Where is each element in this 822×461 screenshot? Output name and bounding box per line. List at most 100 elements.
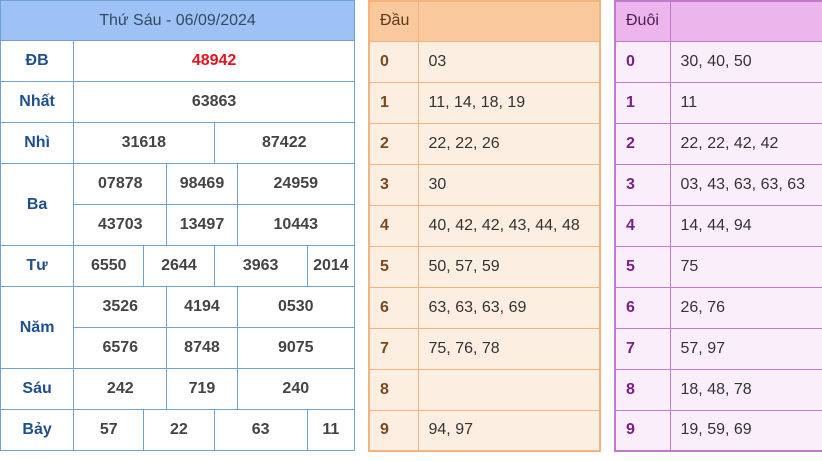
prize-label-tu: Tư (0, 245, 75, 287)
prize-value: 24959 (236, 163, 356, 205)
prize-value: 10443 (236, 204, 356, 246)
tail-values: 75 (669, 245, 822, 288)
tail-digit: 8 (614, 368, 671, 411)
heads-title: Đầu (368, 0, 419, 42)
prize-value: 3526 (73, 286, 168, 328)
tail-row: 9 19, 59, 69 (614, 409, 822, 452)
head-values: 22, 22, 26 (417, 122, 601, 165)
prize-label-bay: Bảy (0, 409, 75, 451)
tail-values: 03, 43, 63, 63, 63 (669, 163, 822, 206)
prize-value: 48942 (73, 40, 355, 82)
prize-value: 4194 (166, 286, 238, 328)
prize-label-db: ĐB (0, 40, 75, 82)
prize-value: 3963 (213, 245, 308, 287)
tail-row: 7 57, 97 (614, 327, 822, 370)
head-row: 2 22, 22, 26 (368, 122, 601, 165)
head-row: 9 94, 97 (368, 409, 601, 452)
prize-value: 63863 (73, 81, 355, 123)
results-header-row: Thứ Sáu - 06/09/2024 (0, 0, 355, 41)
tails-header-blank (669, 0, 822, 42)
prize-row-nhat: Nhất 63863 (0, 81, 355, 123)
prize-value: 0530 (236, 286, 356, 328)
tail-row: 1 11 (614, 81, 822, 124)
prize-value: 8748 (166, 327, 238, 369)
head-digit: 8 (368, 368, 419, 411)
prize-value: 242 (73, 368, 168, 410)
head-row: 8 (368, 368, 601, 411)
prize-row-ba-1: Ba 07878 98469 24959 (0, 163, 356, 246)
head-row: 5 50, 57, 59 (368, 245, 601, 288)
tail-values: 11 (669, 81, 822, 124)
tail-row: 6 26, 76 (614, 286, 822, 329)
head-values: 40, 42, 42, 43, 44, 48 (417, 204, 601, 247)
prize-value: 07878 (73, 163, 168, 205)
prize-row-db: ĐB 48942 (0, 40, 355, 82)
prize-value: 6550 (73, 245, 145, 287)
prize-row-nam-1: Năm 3526 4194 0530 (0, 286, 356, 369)
prize-row-nhi: Nhì 31618 87422 (0, 122, 355, 164)
head-values: 63, 63, 63, 69 (417, 286, 601, 329)
prize-value: 98469 (166, 163, 238, 205)
head-values: 03 (417, 40, 601, 83)
tail-row: 5 75 (614, 245, 822, 288)
head-digit: 6 (368, 286, 419, 329)
tail-digit: 0 (614, 40, 671, 83)
head-row: 7 75, 76, 78 (368, 327, 601, 370)
head-row: 4 40, 42, 42, 43, 44, 48 (368, 204, 601, 247)
prize-label-nam: Năm (0, 286, 75, 369)
head-digit: 4 (368, 204, 419, 247)
tail-row: 2 22, 22, 42, 42 (614, 122, 822, 165)
tail-values: 22, 22, 42, 42 (669, 122, 822, 165)
results-title: Thứ Sáu - 06/09/2024 (0, 0, 355, 41)
prize-value: 6576 (73, 327, 168, 369)
tail-values: 26, 76 (669, 286, 822, 329)
tails-header-row: Đuôi (614, 0, 822, 42)
head-values: 30 (417, 163, 601, 206)
tail-row: 4 14, 44, 94 (614, 204, 822, 247)
prize-value: 719 (166, 368, 238, 410)
prize-label-nhat: Nhất (0, 81, 75, 123)
prize-label-sau: Sáu (0, 368, 75, 410)
tail-digit: 4 (614, 204, 671, 247)
tail-digit: 7 (614, 327, 671, 370)
heads-header-blank (417, 0, 601, 42)
prize-value: 87422 (213, 122, 355, 164)
prize-value: 31618 (73, 122, 215, 164)
tail-row: 0 30, 40, 50 (614, 40, 822, 83)
head-digit: 9 (368, 409, 419, 452)
head-values: 94, 97 (417, 409, 601, 452)
prize-value: 43703 (73, 204, 168, 246)
head-values: 11, 14, 18, 19 (417, 81, 601, 124)
tail-digit: 1 (614, 81, 671, 124)
tail-digit: 9 (614, 409, 671, 452)
tail-values: 18, 48, 78 (669, 368, 822, 411)
prize-value: 22 (143, 409, 215, 451)
tail-values: 19, 59, 69 (669, 409, 822, 452)
head-digit: 1 (368, 81, 419, 124)
prize-value: 11 (306, 409, 356, 451)
heads-table: Đầu 0 03 1 11, 14, 18, 19 2 22, 22, 26 3 30 4 40,… (368, 0, 601, 452)
head-values: 75, 76, 78 (417, 327, 601, 370)
head-row: 3 30 (368, 163, 601, 206)
results-table: Thứ Sáu - 06/09/2024 ĐB 48942 Nhất 63863… (0, 0, 356, 451)
prize-value: 63 (213, 409, 308, 451)
heads-header-row: Đầu (368, 0, 601, 42)
prize-row-bay: Bảy 57 22 63 11 (0, 409, 356, 451)
head-row: 0 03 (368, 40, 601, 83)
tail-digit: 3 (614, 163, 671, 206)
head-digit: 3 (368, 163, 419, 206)
tail-row: 3 03, 43, 63, 63, 63 (614, 163, 822, 206)
tail-digit: 5 (614, 245, 671, 288)
head-digit: 5 (368, 245, 419, 288)
prize-label-nhi: Nhì (0, 122, 75, 164)
tail-values: 14, 44, 94 (669, 204, 822, 247)
head-digit: 0 (368, 40, 419, 83)
head-digit: 7 (368, 327, 419, 370)
prize-row-sau: Sáu 242 719 240 (0, 368, 356, 410)
tail-values: 57, 97 (669, 327, 822, 370)
head-row: 1 11, 14, 18, 19 (368, 81, 601, 124)
tail-row: 8 18, 48, 78 (614, 368, 822, 411)
prize-row-tu: Tư 6550 2644 3963 2014 (0, 245, 356, 287)
tails-table: Đuôi 0 30, 40, 50 1 11 2 22, 22, 42, 42 3 03, 4… (614, 0, 822, 452)
tail-digit: 2 (614, 122, 671, 165)
